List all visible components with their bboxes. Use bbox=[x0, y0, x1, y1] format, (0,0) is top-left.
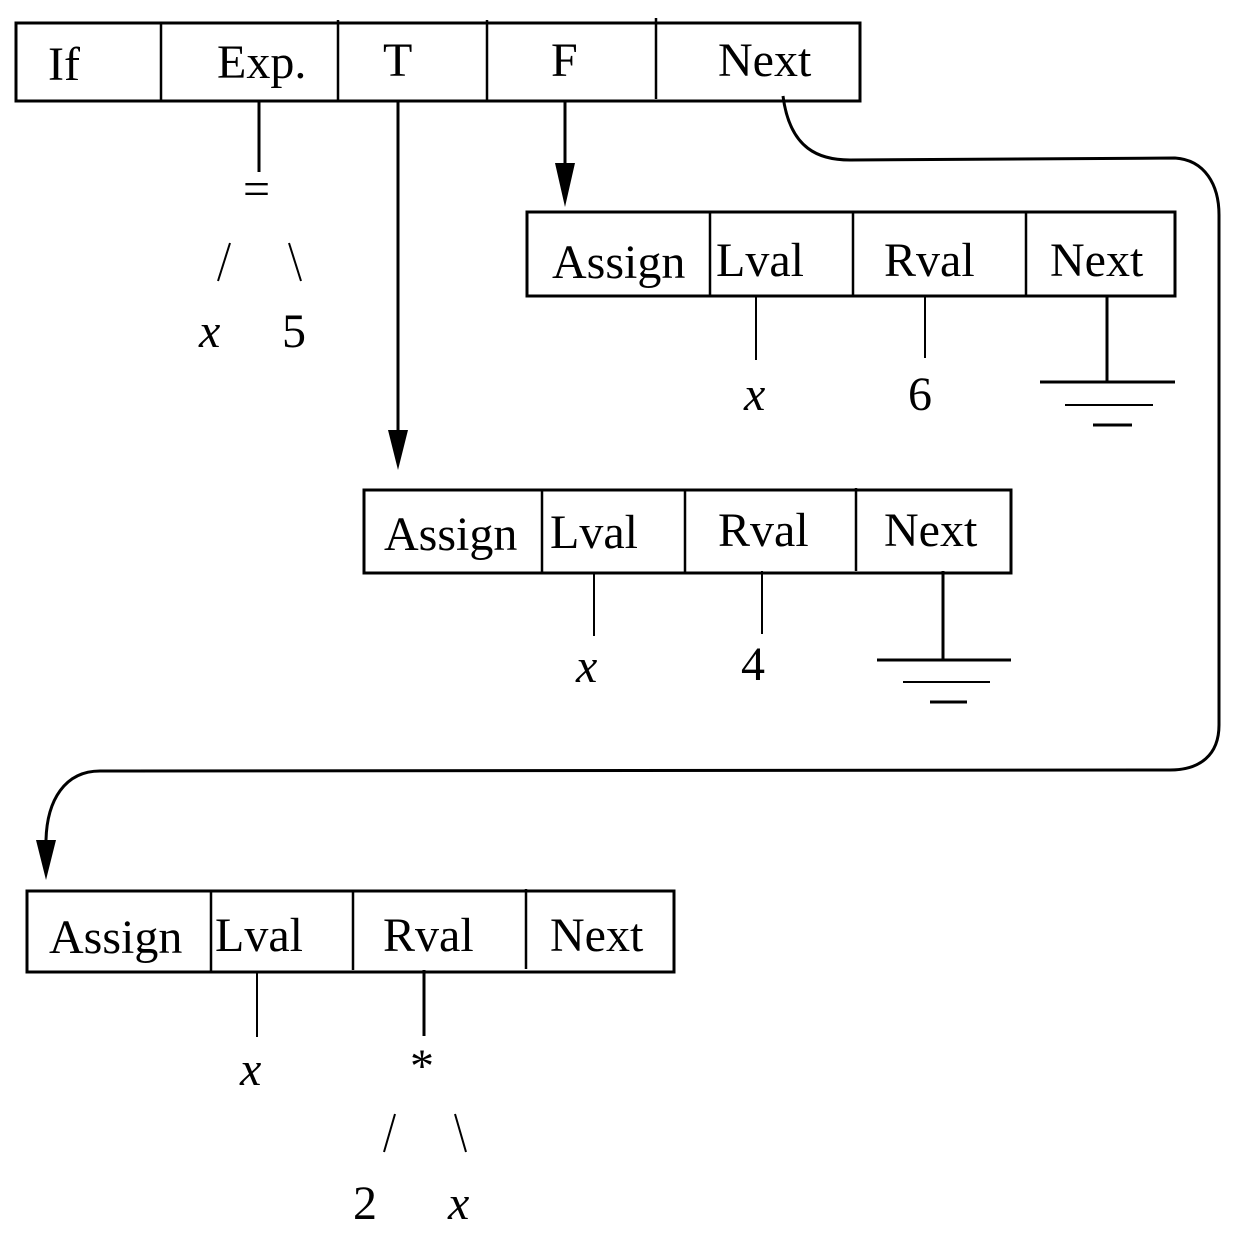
next-assign-field-rval: Rval bbox=[383, 909, 474, 962]
false-assign-field-rval: Rval bbox=[884, 234, 975, 287]
if-field-exp: Exp. bbox=[217, 36, 306, 89]
true-assign-lval-value: x bbox=[575, 640, 597, 693]
next-assign-field-lval: Lval bbox=[215, 909, 303, 962]
next-arrow-head bbox=[36, 840, 56, 880]
rval-right-operand: x bbox=[447, 1177, 469, 1230]
if-field-t: T bbox=[383, 34, 412, 87]
false-assign-node: Assign Lval Rval Next x 6 bbox=[525, 210, 1177, 427]
exp-left-operand: x bbox=[198, 305, 220, 358]
true-assign-field-lval: Lval bbox=[550, 506, 638, 559]
false-assign-field-assign: Assign bbox=[552, 236, 685, 289]
rval-left-branch bbox=[383, 1113, 396, 1153]
if-expression-tree: = x 5 bbox=[198, 101, 306, 358]
false-assign-lval-value: x bbox=[743, 368, 765, 421]
true-arrow-head bbox=[388, 430, 408, 470]
rval-left-operand: 2 bbox=[353, 1177, 377, 1230]
true-assign-node: Assign Lval Rval Next x 4 bbox=[362, 488, 1013, 704]
next-assign-lval-value: x bbox=[239, 1043, 261, 1096]
exp-operator: = bbox=[243, 163, 270, 216]
false-arrow-head bbox=[555, 163, 575, 207]
true-assign-field-next: Next bbox=[884, 504, 978, 557]
false-assign-rval-value: 6 bbox=[908, 368, 932, 421]
ground-icon bbox=[877, 571, 1011, 704]
if-field-if: If bbox=[48, 38, 80, 91]
next-arrow-path bbox=[44, 95, 1221, 841]
next-assign-field-assign: Assign bbox=[49, 911, 182, 964]
true-assign-rval-value: 4 bbox=[741, 638, 765, 691]
exp-right-branch bbox=[288, 242, 302, 282]
if-node: If Exp. T F Next bbox=[14, 18, 862, 103]
false-branch-arrow bbox=[555, 101, 575, 207]
false-assign-field-next: Next bbox=[1050, 234, 1144, 287]
true-assign-field-rval: Rval bbox=[718, 504, 809, 557]
exp-right-operand: 5 bbox=[282, 305, 306, 358]
true-branch-arrow bbox=[388, 101, 408, 470]
ground-icon bbox=[1040, 296, 1175, 427]
rval-operator: * bbox=[410, 1040, 434, 1093]
exp-left-branch bbox=[217, 242, 231, 282]
next-assign-node: Assign Lval Rval Next x * 2 x bbox=[25, 889, 676, 1230]
if-field-next: Next bbox=[718, 34, 812, 87]
false-assign-field-lval: Lval bbox=[716, 234, 804, 287]
if-field-f: F bbox=[551, 34, 578, 87]
rval-right-branch bbox=[454, 1113, 467, 1153]
next-assign-field-next: Next bbox=[550, 909, 644, 962]
true-assign-field-assign: Assign bbox=[384, 508, 517, 561]
parse-tree-diagram: If Exp. T F Next = x 5 Assign Lval Rval … bbox=[14, 18, 1221, 1230]
